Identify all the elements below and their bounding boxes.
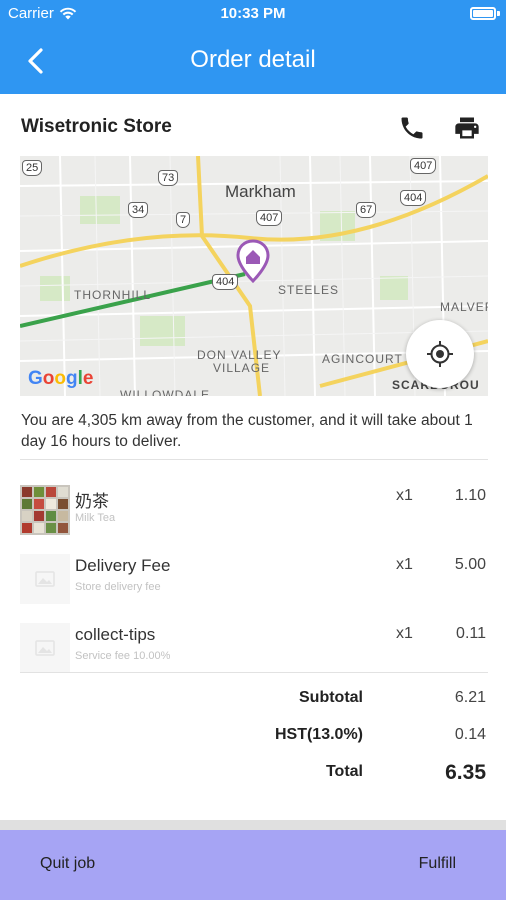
item-description: Milk Tea xyxy=(75,512,116,524)
highway-shield: 407 xyxy=(410,158,437,174)
item-description: Store delivery fee xyxy=(75,581,161,593)
highway-shield: 7 xyxy=(176,212,191,228)
map-area-label: MALVER xyxy=(440,300,488,314)
call-button[interactable] xyxy=(398,114,426,142)
highway-shield: 67 xyxy=(356,202,377,218)
quit-job-button[interactable]: Quit job xyxy=(40,855,95,873)
home-pin-icon xyxy=(235,239,271,284)
map-area-label: DON VALLEY xyxy=(197,348,282,362)
google-attribution-logo: Google xyxy=(28,368,94,389)
map-area-label: STEELES xyxy=(278,283,340,297)
distance-message: You are 4,305 km away from the customer,… xyxy=(21,412,473,450)
battery-tip xyxy=(497,11,500,16)
delivery-map[interactable]: 25 73 34 7 407 67 404 404 407 Markham TH… xyxy=(20,156,488,396)
battery-icon xyxy=(470,7,496,20)
fulfill-button[interactable]: Fulfill xyxy=(419,855,456,873)
subtotal-label: Subtotal xyxy=(299,689,363,706)
action-bar: Quit job Fulfill xyxy=(0,830,506,900)
map-area-label: WILLOWDALE xyxy=(120,388,211,396)
highway-shield: 73 xyxy=(158,170,179,186)
item-quantity: x1 xyxy=(396,625,413,642)
item-quantity: x1 xyxy=(396,556,413,573)
order-card: Wisetronic Store 25 73 34 7 407 67 404 4… xyxy=(0,94,506,820)
placeholder-thumbnail xyxy=(20,554,70,604)
printer-icon xyxy=(455,117,479,139)
image-placeholder-icon xyxy=(35,640,55,656)
map-area-label: VILLAGE xyxy=(213,361,271,375)
item-name: collect-tips xyxy=(75,625,156,644)
image-placeholder-icon xyxy=(35,571,55,587)
print-button[interactable] xyxy=(452,114,482,142)
store-name: Wisetronic Store xyxy=(21,116,172,137)
item-price: 0.11 xyxy=(456,625,486,642)
divider xyxy=(20,459,488,460)
order-item: collect-tips Service fee 10.00% x1 0.11 xyxy=(20,623,488,679)
total-value: 6.35 xyxy=(445,761,486,784)
subtotal-value: 6.21 xyxy=(454,689,486,706)
highway-shield: 34 xyxy=(128,202,149,218)
my-location-icon xyxy=(427,341,453,367)
tax-value: 0.14 xyxy=(454,726,486,743)
page-title: Order detail xyxy=(190,46,316,73)
map-area-label: THORNHILL xyxy=(74,288,152,302)
divider xyxy=(20,672,488,673)
total-label: Total xyxy=(325,763,363,780)
item-price: 1.10 xyxy=(454,487,486,504)
status-bar: Carrier 10:33 PM xyxy=(0,0,506,28)
item-quantity: x1 xyxy=(396,487,413,504)
tax-label: HST(13.0%) xyxy=(274,726,363,743)
item-name: 奶茶 xyxy=(75,492,109,511)
clock: 10:33 PM xyxy=(220,5,286,22)
item-name: Delivery Fee xyxy=(75,556,171,575)
item-price: 5.00 xyxy=(454,556,486,573)
highway-shield: 404 xyxy=(400,190,427,206)
placeholder-thumbnail xyxy=(20,623,70,673)
highway-shield: 25 xyxy=(22,160,43,176)
item-description: Service fee 10.00% xyxy=(75,650,171,662)
order-item: Delivery Fee Store delivery fee x1 5.00 xyxy=(20,554,488,610)
locate-button[interactable] xyxy=(406,320,474,388)
highway-shield: 407 xyxy=(256,210,283,226)
map-area-label: AGINCOURT xyxy=(322,352,403,366)
map-city-label: Markham xyxy=(225,182,296,201)
order-item: 奶茶 Milk Tea x1 1.10 xyxy=(20,485,488,541)
product-thumbnail xyxy=(20,485,70,535)
separator-strip xyxy=(0,820,506,830)
phone-icon xyxy=(401,117,423,139)
nav-bar: Order detail xyxy=(0,28,506,94)
